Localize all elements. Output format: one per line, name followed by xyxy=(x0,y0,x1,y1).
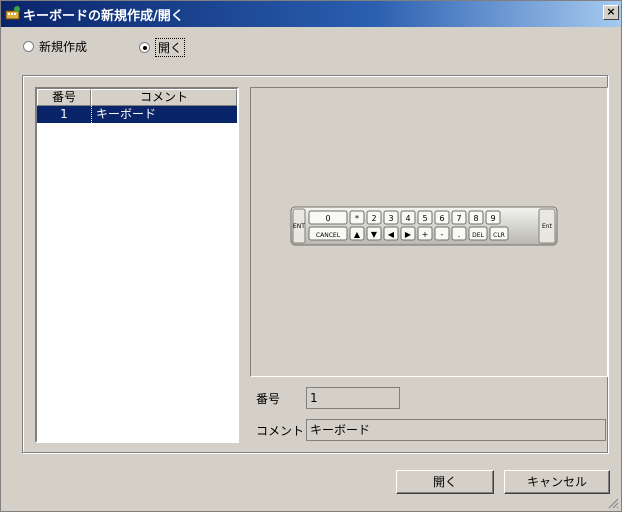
new-radio[interactable]: 新規作成 xyxy=(23,38,87,55)
keyboard-top-key-1-label: * xyxy=(355,214,359,223)
row-comment: キーボード xyxy=(91,106,237,123)
dialog-window: キーボードの新規作成/開く × 新規作成 開く 番号 コメント 1 キーボード xyxy=(0,0,622,512)
enter-key-right-label: Ent xyxy=(542,223,553,230)
keyboard-top-key-3-label: 3 xyxy=(388,214,393,223)
keyboard-bottom-key-0-label: CANCEL xyxy=(316,232,341,239)
keyboard-app-icon xyxy=(5,6,20,20)
cancel-button[interactable]: キャンセル xyxy=(504,470,610,494)
open-radio-label: 開く xyxy=(155,38,186,57)
column-comment-header[interactable]: コメント xyxy=(91,89,237,106)
row-number: 1 xyxy=(60,107,68,121)
window-title: キーボードの新規作成/開く xyxy=(23,9,184,24)
keyboard-bottom-key-3-label: ◀ xyxy=(388,230,395,239)
new-radio-label: 新規作成 xyxy=(39,40,88,54)
keyboard-top-key-9-label: 9 xyxy=(490,214,495,223)
keyboard-bottom-row: CANCEL ▲ ▼ ◀ ▶ + -. DEL CLR xyxy=(308,226,509,241)
keyboard-list[interactable]: 番号 コメント 1 キーボード xyxy=(35,87,239,443)
keyboard-top-key-6-label: 6 xyxy=(439,214,444,223)
new-radio-indicator[interactable] xyxy=(23,41,34,52)
keyboard-top-key-7-label: 7 xyxy=(456,214,461,223)
keyboard-preview-pane: ENT Ent 0 * 2 3 4 5 6 7 8 9 CANCEL ▲ ▼ ◀ ▶ + -. DEL CLR xyxy=(250,87,608,377)
keyboard-bottom-key-8-label: DEL xyxy=(472,232,484,239)
list-header: 番号 コメント xyxy=(37,89,237,106)
keyboard-bottom-key-9-label: CLR xyxy=(493,232,505,239)
open-radio[interactable]: 開く xyxy=(139,38,186,57)
resize-grip-icon[interactable] xyxy=(607,497,619,509)
column-number-header[interactable]: 番号 xyxy=(37,89,91,106)
keyboard-top-key-2-label: 2 xyxy=(371,214,376,223)
keyboard-top-key-8-label: 8 xyxy=(473,214,478,223)
keyboard-top-key-5-label: 5 xyxy=(422,214,427,223)
keyboard-bottom-key-6-label: - xyxy=(441,230,444,239)
keyboard-preview-image: ENT Ent 0 * 2 3 4 5 6 7 8 9 CANCEL ▲ ▼ ◀ ▶ + -. DEL CLR xyxy=(290,206,558,246)
comment-field: キーボード xyxy=(306,419,606,441)
title-bar[interactable]: キーボードの新規作成/開く × xyxy=(1,1,621,27)
enter-key-left-label: ENT xyxy=(293,223,305,230)
keyboard-bottom-key-7-label: . xyxy=(458,230,461,239)
number-label: 番号 xyxy=(256,392,281,406)
keyboard-top-key-4-label: 4 xyxy=(405,214,410,223)
keyboard-top-row: 0 * 2 3 4 5 6 7 8 9 xyxy=(308,210,501,225)
list-row[interactable]: 1 キーボード xyxy=(37,106,237,123)
keyboard-bottom-key-5-label: + xyxy=(422,230,429,239)
keyboard-bottom-key-4-label: ▶ xyxy=(405,230,412,239)
number-field: 1 xyxy=(306,387,400,409)
comment-label: コメント xyxy=(256,424,305,438)
keyboard-bottom-key-1-label: ▲ xyxy=(354,230,361,239)
keyboard-top-key-0-label: 0 xyxy=(325,214,330,223)
keyboard-bottom-key-2-label: ▼ xyxy=(371,230,378,239)
close-button[interactable]: × xyxy=(603,5,619,20)
open-button[interactable]: 開く xyxy=(396,470,494,494)
open-radio-indicator[interactable] xyxy=(139,42,150,53)
